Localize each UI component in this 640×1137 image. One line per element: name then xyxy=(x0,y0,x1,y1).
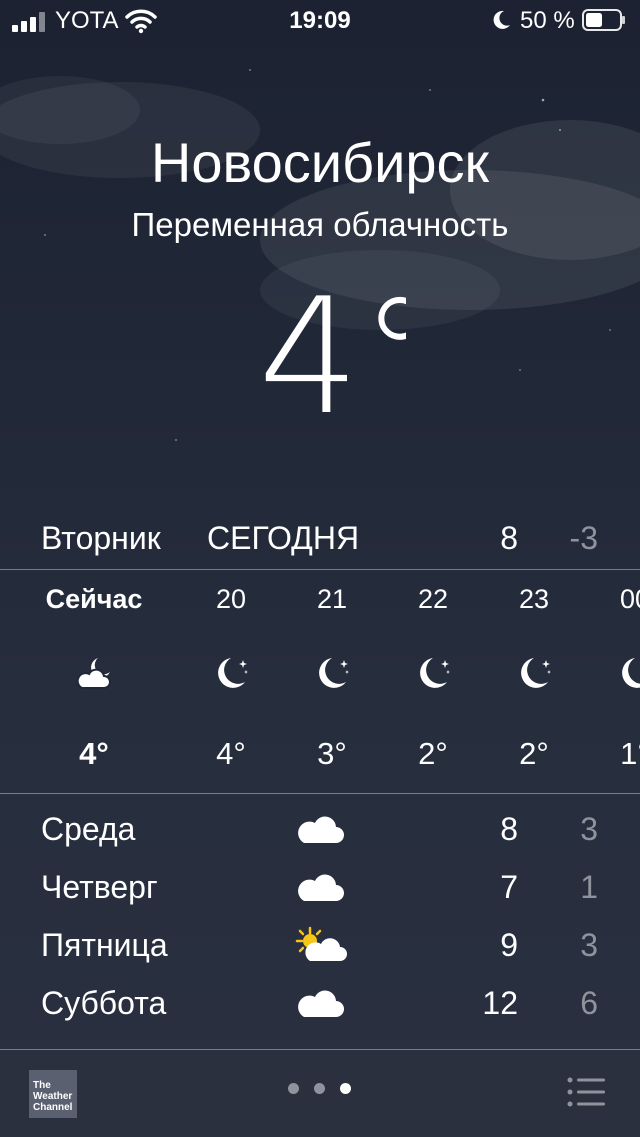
day-high: 9 xyxy=(500,927,518,963)
hourly-forecast[interactable]: Сейчас 4° 20 4° 21 3° 22 2° 23 2° 0 1 xyxy=(0,570,640,792)
logo-text: Weather xyxy=(33,1091,73,1102)
day-high: 12 xyxy=(482,985,518,1021)
hour-time: 00 xyxy=(619,584,640,614)
today-label: СЕГОДНЯ xyxy=(207,520,360,556)
status-bar: YOTA 19:09 50 % xyxy=(0,0,640,44)
clear-night-icon xyxy=(521,658,551,688)
clear-night-icon xyxy=(319,658,349,688)
logo-text: The xyxy=(33,1080,51,1091)
day-row: Четверг 7 1 xyxy=(0,858,640,916)
clear-night-icon xyxy=(218,658,248,688)
page-dot[interactable] xyxy=(314,1083,325,1094)
day-low: 3 xyxy=(580,811,598,847)
page-indicator[interactable] xyxy=(288,1083,358,1097)
day-name: Среда xyxy=(41,811,136,847)
logo-text: Channel xyxy=(33,1102,73,1113)
moon-icon xyxy=(493,10,510,29)
hour-item: 00 1° xyxy=(575,570,640,792)
hour-time: Сейчас xyxy=(45,584,143,614)
day-low: 3 xyxy=(580,927,598,963)
daily-forecast[interactable]: Среда 8 3 Четверг 7 1 Пятница 9 3 Суббот… xyxy=(0,800,640,1048)
page-dot[interactable] xyxy=(288,1083,299,1094)
hour-item: Сейчас 4° xyxy=(34,570,154,792)
city-list-icon[interactable] xyxy=(566,1076,606,1108)
day-row: Среда 8 3 xyxy=(0,800,640,858)
partly-cloudy-night-icon xyxy=(76,658,111,689)
svg-text:4°: 4° xyxy=(258,280,406,420)
day-name: Пятница xyxy=(41,927,168,963)
day-name: Четверг xyxy=(41,869,158,905)
today-day: Вторник xyxy=(41,520,161,556)
battery-icon xyxy=(582,9,625,31)
hour-temp: 1° xyxy=(620,736,640,771)
weather-channel-logo[interactable]: The Weather Channel xyxy=(29,1070,77,1118)
hour-temp: 4° xyxy=(79,736,109,771)
today-high: 8 xyxy=(500,520,518,556)
cloud-icon xyxy=(298,816,344,843)
day-high: 7 xyxy=(500,869,518,905)
cloud-icon xyxy=(298,874,344,901)
page-dot[interactable] xyxy=(340,1083,351,1094)
day-low: 1 xyxy=(580,869,598,905)
today-summary: Вторник СЕГОДНЯ 8 -3 xyxy=(0,515,640,561)
cloud-icon xyxy=(298,990,344,1017)
day-row: Суббота 12 6 xyxy=(0,974,640,1032)
day-row: Пятница 9 3 xyxy=(0,916,640,974)
divider xyxy=(0,793,640,794)
day-low: 6 xyxy=(580,985,598,1021)
partly-sunny-icon xyxy=(295,926,347,961)
cloud-icon xyxy=(290,1041,350,1048)
today-low: -3 xyxy=(569,520,598,556)
clear-night-icon xyxy=(622,658,640,688)
sky-background xyxy=(0,69,640,441)
day-high: 8 xyxy=(500,811,518,847)
current-temperature: 4° xyxy=(258,280,406,420)
weather-condition: Переменная облачность xyxy=(131,206,509,243)
day-name: Суббота xyxy=(41,985,167,1021)
clear-night-icon xyxy=(420,658,450,688)
day-row-partial xyxy=(0,1032,640,1048)
city-name: Новосибирск xyxy=(150,131,490,194)
battery-percentage: 50 % xyxy=(520,7,575,34)
